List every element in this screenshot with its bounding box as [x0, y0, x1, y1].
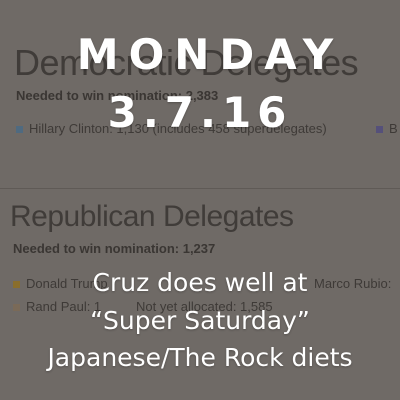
section-divider	[0, 188, 400, 189]
date-title: 3.7.16	[107, 88, 293, 137]
headline-line-3: Japanese/The Rock diets	[47, 343, 353, 372]
republican-delegates-heading: Republican Delegates	[10, 200, 294, 233]
headline-line-2: “Super Saturday”	[90, 306, 310, 335]
republican-needed-text: Needed to win nomination: 1,237	[13, 241, 216, 256]
headline-line-1: Cruz does well at	[92, 268, 308, 297]
day-title: MONDAY	[76, 30, 344, 79]
